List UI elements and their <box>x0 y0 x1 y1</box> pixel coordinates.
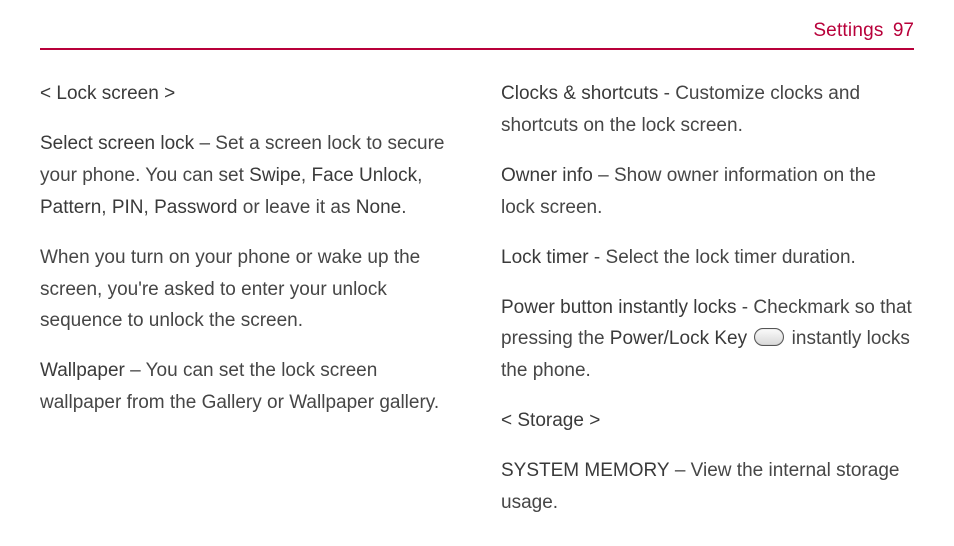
para-clocks-shortcuts: Clocks & shortcuts - Customize clocks an… <box>501 78 914 142</box>
option-face-unlock: Face Unlock <box>311 165 417 186</box>
para-system-memory: SYSTEM MEMORY – View the internal storag… <box>501 455 914 519</box>
term-system-memory: SYSTEM MEMORY <box>501 460 670 481</box>
para-power-button-locks: Power button instantly locks - Checkmark… <box>501 292 914 388</box>
header-section: Settings <box>813 20 883 41</box>
para-wallpaper: Wallpaper – You can set the lock screen … <box>40 355 453 419</box>
right-column: Clocks & shortcuts - Customize clocks an… <box>501 78 914 537</box>
content-columns: < Lock screen > Select screen lock – Set… <box>40 78 914 537</box>
term-select-screen-lock: Select screen lock <box>40 133 194 154</box>
term-owner-info: Owner info <box>501 165 593 186</box>
term-wallpaper: Wallpaper <box>40 360 125 381</box>
term-lock-timer: Lock timer <box>501 247 589 268</box>
term-clocks-shortcuts: Clocks & shortcuts <box>501 83 658 104</box>
option-swipe: Swipe <box>249 165 301 186</box>
section-heading-lock-screen: < Lock screen > <box>40 78 453 110</box>
para-owner-info: Owner info – Show owner information on t… <box>501 160 914 224</box>
para-select-screen-lock: Select screen lock – Set a screen lock t… <box>40 128 453 224</box>
text: , <box>144 197 155 218</box>
manual-page: Settings 97 < Lock screen > Select scree… <box>0 0 954 537</box>
page-header: Settings 97 <box>40 20 914 50</box>
power-lock-key-icon <box>754 328 784 346</box>
option-pattern: Pattern <box>40 197 101 218</box>
text: or leave it as <box>238 197 356 218</box>
left-column: < Lock screen > Select screen lock – Set… <box>40 78 453 537</box>
text: . <box>401 197 406 218</box>
text: , <box>301 165 312 186</box>
text: - Select the lock timer duration. <box>589 247 856 268</box>
term-power-lock-key: Power/Lock Key <box>610 328 747 349</box>
text: , <box>417 165 422 186</box>
para-lock-timer: Lock timer - Select the lock timer durat… <box>501 242 914 274</box>
option-none: None <box>356 197 401 218</box>
term-power-button-locks: Power button instantly locks <box>501 297 737 318</box>
section-heading-storage: < Storage > <box>501 405 914 437</box>
text: , <box>101 197 112 218</box>
option-password: Password <box>154 197 237 218</box>
header-page-number: 97 <box>893 20 914 41</box>
para-unlock-sequence: When you turn on your phone or wake up t… <box>40 242 453 338</box>
option-pin: PIN <box>112 197 144 218</box>
